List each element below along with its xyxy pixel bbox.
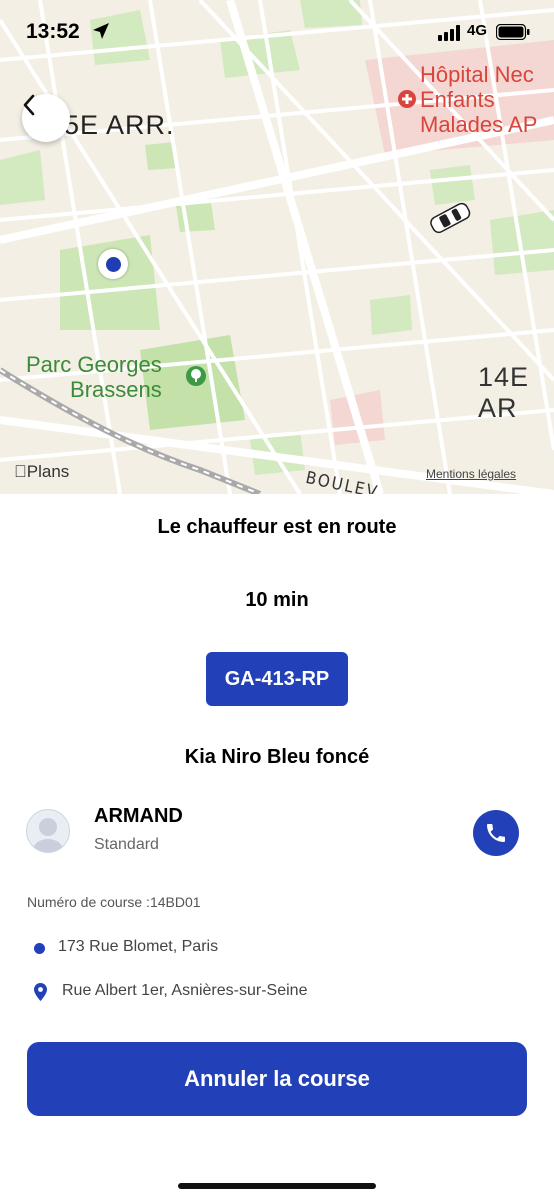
status-bar: 13:52 4G (0, 0, 554, 62)
pickup-address: 173 Rue Blomet, Paris (58, 938, 219, 955)
park-tree-icon (186, 366, 206, 386)
ride-class: Standard (94, 836, 159, 853)
home-indicator[interactable] (178, 1183, 376, 1189)
ride-number: Numéro de course :14BD01 (27, 894, 201, 910)
car-model-text: Kia Niro Bleu foncé (184, 746, 370, 768)
user-silhouette-icon (33, 818, 63, 852)
destination-pin-icon (34, 983, 47, 1001)
eta-text: 10 min (245, 589, 309, 611)
status-time: 13:52 (26, 20, 80, 43)
back-button[interactable] (22, 94, 70, 142)
destination-address: Rue Albert 1er, Asnières-sur-Seine (62, 982, 308, 999)
signal-bars-icon (438, 25, 460, 41)
legal-link[interactable]: Mentions légales (426, 467, 516, 481)
apple-plans-attribution: Plans (14, 462, 69, 482)
apple-logo-icon:  (14, 462, 27, 481)
map-label-hospital[interactable]: Hôpital Nec Enfants Malades AP (420, 62, 537, 137)
battery-icon (496, 24, 530, 40)
attribution-text: Plans (14, 462, 70, 481)
pickup-location-marker (98, 249, 128, 279)
call-driver-button[interactable] (473, 810, 519, 856)
pickup-dot-icon (34, 943, 45, 954)
chevron-left-icon (23, 94, 35, 116)
map-view[interactable]: 5E ARR. 14E AR Hôpital Nec Enfants Malad… (0, 0, 554, 494)
license-plate-badge: GA-413-RP (206, 652, 348, 706)
driver-name: ARMAND (94, 805, 183, 827)
hospital-icon (398, 90, 416, 108)
cancel-ride-button[interactable]: Annuler la course (27, 1042, 527, 1116)
location-arrow-icon (93, 23, 109, 39)
map-label-arrondissement-right: 14E AR (478, 362, 530, 423)
ride-status-title: Le chauffeur est en route (157, 516, 397, 538)
driver-avatar (26, 809, 70, 853)
map-label-park[interactable]: Parc Georges Brassens (26, 352, 162, 402)
phone-icon (487, 824, 505, 842)
network-type: 4G (467, 22, 488, 39)
map-label-arrondissement-left: 5E ARR. (64, 110, 175, 140)
